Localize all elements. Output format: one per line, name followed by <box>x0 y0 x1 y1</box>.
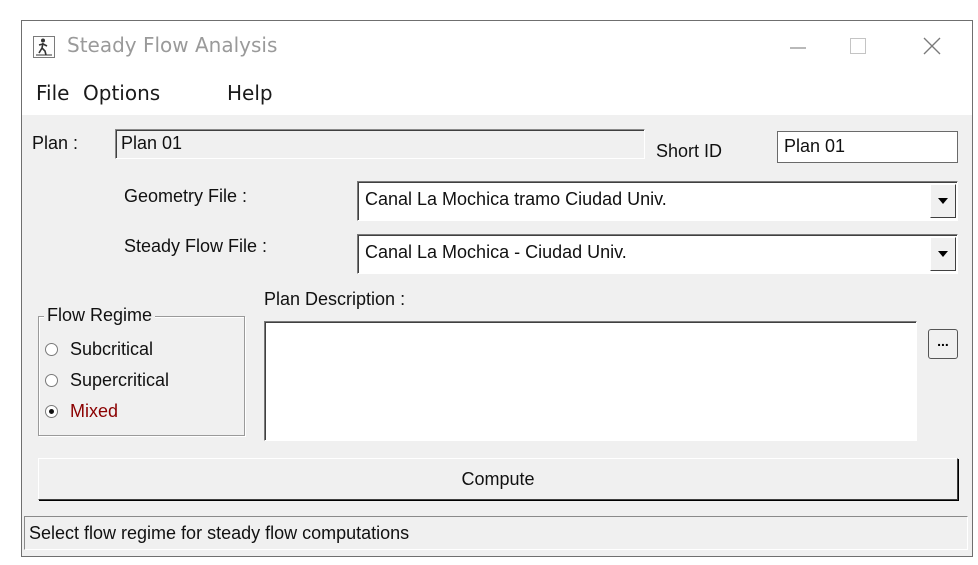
maximize-icon <box>850 38 866 54</box>
close-button[interactable] <box>902 21 962 71</box>
menu-help[interactable]: Help <box>227 81 273 105</box>
radio-subcritical-label: Subcritical <box>70 339 154 359</box>
radio-subcritical[interactable]: Subcritical <box>45 339 153 360</box>
steady-flow-window: Steady Flow Analysis File Options Help P… <box>21 20 973 557</box>
dropdown-arrow-icon <box>938 251 948 257</box>
status-bar: Select flow regime for steady flow compu… <box>24 516 968 550</box>
short-id-field[interactable]: Plan 01 <box>777 131 958 163</box>
plan-description-textarea[interactable] <box>264 321 917 441</box>
plan-description-label: Plan Description : <box>264 289 406 309</box>
plan-label: Plan : <box>32 133 79 153</box>
steady-flow-dropdown-button[interactable] <box>930 237 956 271</box>
dropdown-arrow-icon <box>938 198 948 204</box>
radio-button[interactable] <box>45 374 58 387</box>
flow-regime-title: Flow Regime <box>44 305 156 326</box>
radio-mixed-label: Mixed <box>70 401 119 421</box>
menu-file[interactable]: File <box>36 81 69 105</box>
minimize-button[interactable] <box>768 21 828 71</box>
radio-button[interactable] <box>45 343 58 356</box>
flow-regime-group: Flow Regime Subcritical Supercritical Mi… <box>38 305 245 436</box>
description-more-button[interactable]: ... <box>928 329 958 359</box>
radio-supercritical[interactable]: Supercritical <box>45 370 169 391</box>
radio-mixed[interactable]: Mixed <box>45 401 118 422</box>
compute-button[interactable]: Compute <box>38 458 958 500</box>
geometry-file-value: Canal La Mochica tramo Ciudad Univ. <box>365 189 667 209</box>
window-title: Steady Flow Analysis <box>67 33 278 57</box>
menu-bar: File Options Help <box>22 71 972 115</box>
plan-field[interactable]: Plan 01 <box>115 129 645 159</box>
maximize-button[interactable] <box>828 21 888 71</box>
title-bar[interactable]: Steady Flow Analysis <box>22 21 972 71</box>
geometry-dropdown-button[interactable] <box>930 184 956 218</box>
runner-icon <box>33 36 55 58</box>
steady-flow-file-value: Canal La Mochica - Ciudad Univ. <box>365 242 627 262</box>
geometry-label: Geometry File : <box>124 186 248 206</box>
radio-button-checked[interactable] <box>45 405 58 418</box>
menu-options[interactable]: Options <box>83 81 160 105</box>
geometry-file-select[interactable]: Canal La Mochica tramo Ciudad Univ. <box>357 181 958 221</box>
minimize-icon <box>790 47 806 49</box>
steady-flow-label: Steady Flow File : <box>124 236 268 256</box>
steady-flow-file-select[interactable]: Canal La Mochica - Ciudad Univ. <box>357 234 958 274</box>
close-icon <box>923 37 941 55</box>
short-id-label: Short ID <box>656 141 723 161</box>
radio-supercritical-label: Supercritical <box>70 370 170 390</box>
